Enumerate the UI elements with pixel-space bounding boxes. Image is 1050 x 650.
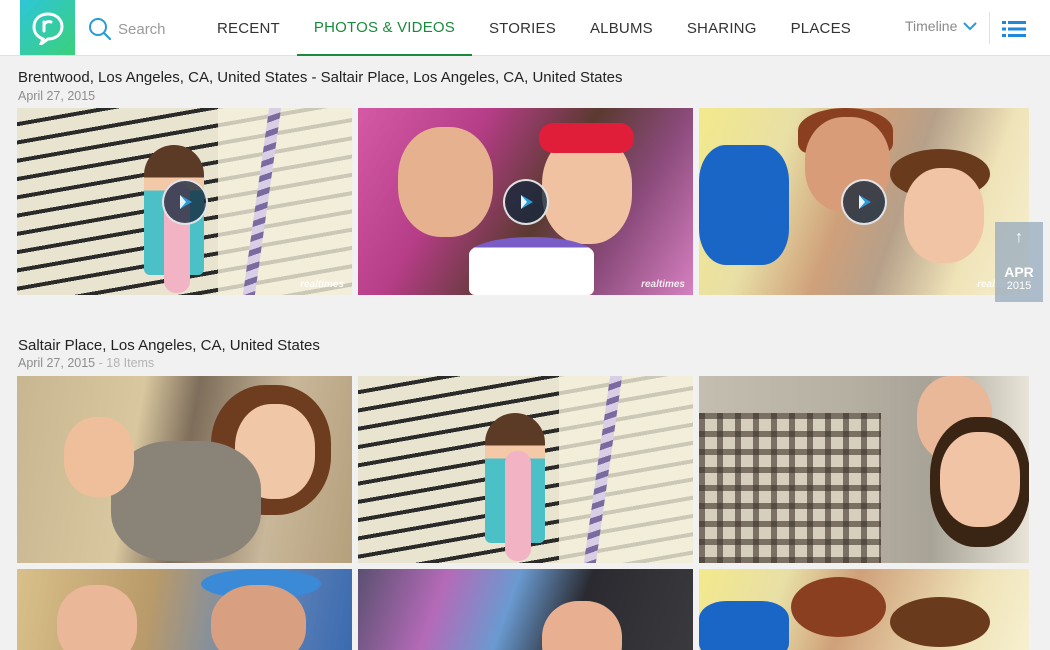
photo-detail	[903, 167, 984, 263]
group-item-count: - 18 Items	[95, 356, 155, 370]
top-bar: Search RECENT PHOTOS & VIDEOS STORIES ALBUM…	[0, 0, 1050, 56]
photo-detail	[699, 413, 881, 563]
photo-detail	[468, 237, 594, 295]
search-box[interactable]: Search	[88, 16, 166, 42]
list-view-icon[interactable]	[1002, 21, 1026, 37]
group-date: April 27, 2015	[18, 89, 95, 103]
search-icon[interactable]	[88, 17, 112, 41]
toolbar-divider	[989, 12, 990, 44]
photo-thumbnail[interactable]	[699, 569, 1029, 650]
search-placeholder[interactable]: Search	[118, 21, 166, 38]
realtimes-watermark: realtimes	[300, 279, 344, 290]
video-thumbnail[interactable]: realtimes	[699, 108, 1029, 295]
photo-thumbnail[interactable]	[358, 569, 693, 650]
group-date: April 27, 2015 - 18 Items	[18, 356, 154, 370]
photo-detail	[211, 585, 307, 650]
photo-thumbnail[interactable]	[699, 376, 1029, 563]
timeline-label[interactable]: Timeline	[905, 18, 957, 34]
play-icon[interactable]	[161, 178, 208, 225]
photo-detail	[57, 585, 138, 650]
photo-thumbnail[interactable]	[17, 569, 352, 650]
timeline-dropdown[interactable]: Timeline	[905, 18, 978, 34]
scrubber-month: APR	[1004, 264, 1034, 280]
realtimes-logo[interactable]	[20, 0, 75, 55]
date-scrubber[interactable]: ↑ APR 2015	[995, 222, 1043, 302]
group-title: Saltair Place, Los Angeles, CA, United S…	[18, 337, 320, 354]
speech-bubble-logo-icon	[31, 11, 64, 45]
video-thumbnail[interactable]: realtimes	[17, 108, 352, 295]
photo-detail	[63, 417, 134, 498]
play-icon[interactable]	[841, 178, 887, 225]
tab-places[interactable]: PLACES	[774, 0, 868, 56]
group-date-text: April 27, 2015	[18, 356, 96, 370]
scrubber-year: 2015	[1006, 280, 1032, 292]
tab-albums[interactable]: ALBUMS	[573, 0, 670, 56]
chevron-down-icon[interactable]	[963, 21, 978, 31]
tab-sharing[interactable]: SHARING	[670, 0, 774, 56]
realtimes-watermark: realtimes	[641, 279, 685, 290]
photo-detail	[505, 450, 532, 561]
photo-detail	[542, 601, 623, 650]
photo-detail	[538, 122, 634, 153]
photo-detail	[398, 126, 494, 237]
main-tabs: RECENT PHOTOS & VIDEOS STORIES ALBUMS SHARIN…	[200, 0, 868, 56]
photo-detail	[243, 108, 282, 295]
play-icon[interactable]	[502, 178, 549, 225]
arrow-up-icon[interactable]: ↑	[1015, 230, 1023, 246]
photo-detail	[939, 432, 1020, 528]
photo-detail	[791, 577, 887, 638]
photo-thumbnail[interactable]	[17, 376, 352, 563]
photo-detail	[699, 145, 789, 266]
group-date-text: April 27, 2015	[18, 89, 96, 103]
photo-thumbnail[interactable]	[358, 376, 693, 563]
tab-stories[interactable]: STORIES	[472, 0, 573, 56]
photo-detail	[584, 376, 623, 563]
tab-photos-videos[interactable]: PHOTOS & VIDEOS	[296, 0, 472, 56]
photo-detail	[699, 601, 789, 650]
group-title: Brentwood, Los Angeles, CA, United State…	[18, 69, 623, 86]
tab-recent[interactable]: RECENT	[200, 0, 297, 56]
video-thumbnail[interactable]: realtimes	[358, 108, 693, 295]
photo-detail	[890, 597, 991, 648]
